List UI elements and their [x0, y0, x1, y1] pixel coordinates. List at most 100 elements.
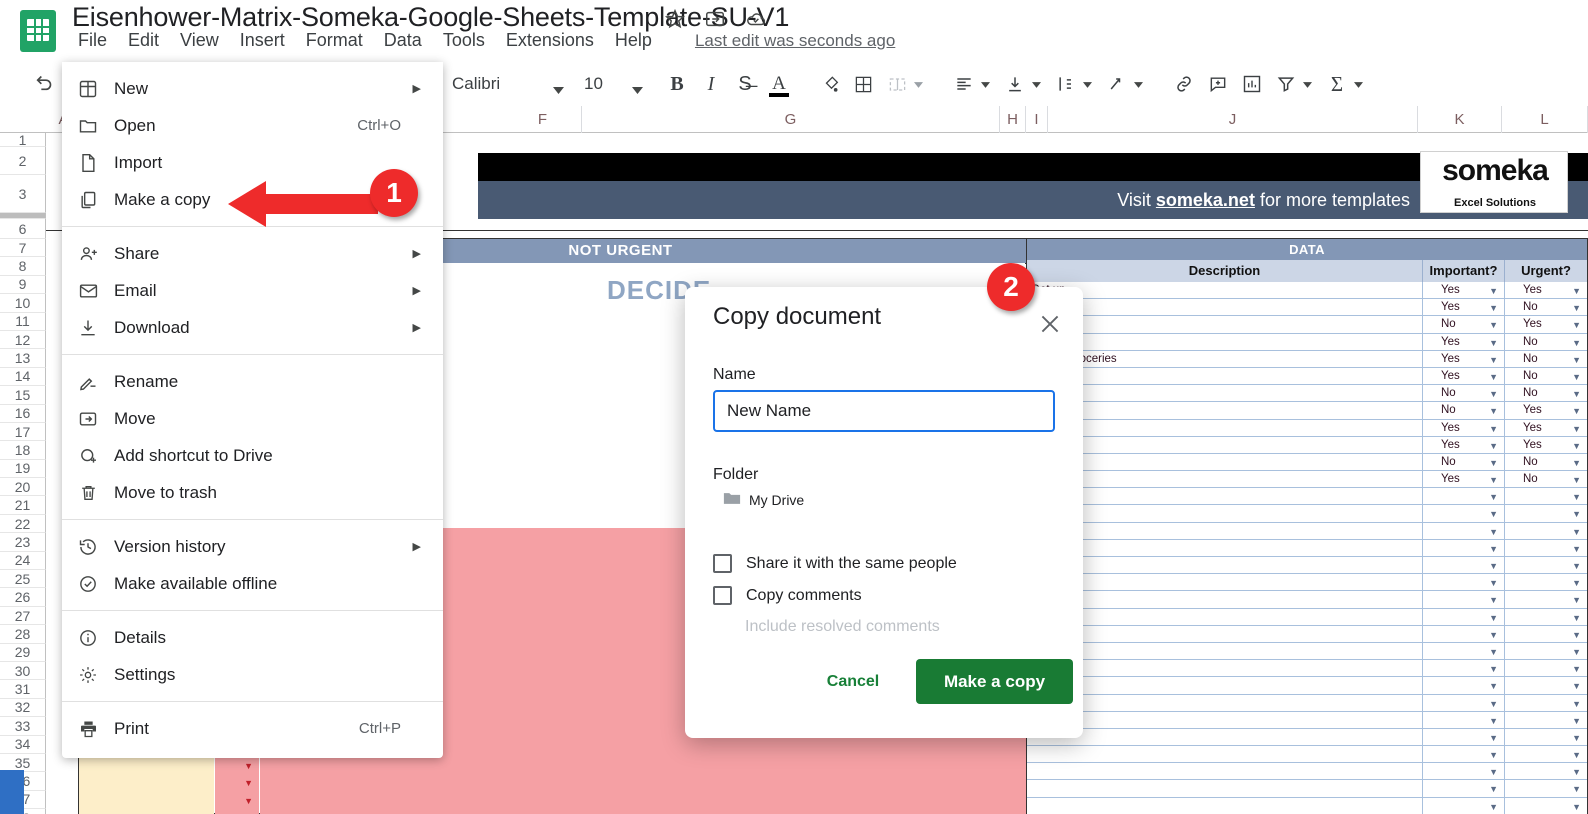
cell-description[interactable]: [1027, 625, 1423, 642]
cell-urgent[interactable]: ▼: [1505, 695, 1587, 711]
cell-description[interactable]: Get up: [1027, 282, 1423, 299]
chevron-down-icon[interactable]: ▼: [1572, 369, 1581, 386]
chevron-down-icon[interactable]: ▼: [244, 761, 253, 771]
column-header-G[interactable]: G: [582, 106, 1000, 133]
chevron-down-icon[interactable]: ▼: [1572, 799, 1581, 814]
menu-data[interactable]: Data: [384, 30, 422, 51]
cell-important[interactable]: ▼: [1423, 763, 1505, 780]
table-row[interactable]: ▼ ▼: [1027, 608, 1587, 626]
chevron-down-icon[interactable]: ▼: [1489, 352, 1498, 369]
chevron-down-icon[interactable]: ▼: [1572, 713, 1581, 730]
cell-important[interactable]: ▼: [1423, 591, 1505, 608]
cell-description[interactable]: [1027, 608, 1423, 625]
table-row[interactable]: Yes ▼ No ▼: [1027, 471, 1587, 489]
chevron-down-icon[interactable]: ▼: [1572, 524, 1581, 541]
share-same-people-checkbox[interactable]: Share it with the same people: [713, 554, 957, 573]
chevron-down-icon[interactable]: ▼: [1489, 678, 1498, 695]
cell-important[interactable]: No ▼: [1423, 316, 1505, 333]
cloud-saved-icon[interactable]: [744, 8, 768, 30]
file-menu-item-move[interactable]: Move: [62, 400, 443, 437]
chevron-down-icon[interactable]: ▼: [1489, 489, 1498, 506]
cell-description[interactable]: [1027, 574, 1423, 591]
cell-description[interactable]: [1027, 505, 1423, 522]
chevron-down-icon[interactable]: ▼: [1489, 506, 1498, 523]
font-size-selector[interactable]: 10: [584, 74, 603, 94]
row-header-12[interactable]: 12: [0, 330, 46, 350]
row-header-11[interactable]: 11: [0, 312, 46, 331]
cell-important[interactable]: ▼: [1423, 642, 1505, 660]
table-row[interactable]: get the groceries Yes ▼ No ▼: [1027, 350, 1587, 369]
chevron-down-icon[interactable]: ▼: [1489, 386, 1498, 403]
copy-name-input[interactable]: [713, 390, 1055, 432]
file-menu-item-details[interactable]: Details: [62, 619, 443, 656]
cell-important[interactable]: ▼: [1423, 608, 1505, 625]
column-header-H[interactable]: H: [1000, 106, 1026, 133]
horizontal-align-icon[interactable]: [947, 62, 981, 106]
chevron-down-icon[interactable]: ▼: [1572, 403, 1581, 420]
cell-description[interactable]: [1027, 367, 1423, 385]
row-header-3[interactable]: 3: [0, 175, 46, 213]
cell-important[interactable]: No ▼: [1423, 453, 1505, 471]
menu-view[interactable]: View: [180, 30, 219, 51]
cell-important[interactable]: Yes ▼: [1423, 333, 1505, 350]
chevron-down-icon[interactable]: ▼: [1489, 472, 1498, 489]
cell-description[interactable]: [1027, 660, 1423, 677]
file-menu-dropdown[interactable]: New ▶ Open Ctrl+O Import Make a copy Share ▶ Ema…: [62, 62, 443, 758]
menu-help[interactable]: Help: [615, 30, 652, 51]
strikethrough-icon[interactable]: S̶: [728, 62, 762, 106]
cell-important[interactable]: ▼: [1423, 539, 1505, 556]
chevron-down-icon[interactable]: ▼: [1489, 438, 1498, 455]
table-row[interactable]: ▼ ▼: [1027, 488, 1587, 506]
cell-important[interactable]: ▼: [1423, 574, 1505, 591]
table-row[interactable]: ▼ ▼: [1027, 711, 1587, 730]
cell-urgent[interactable]: ▼: [1505, 540, 1587, 556]
menu-extensions[interactable]: Extensions: [506, 30, 594, 51]
cell-important[interactable]: Yes ▼: [1423, 367, 1505, 385]
chevron-down-icon[interactable]: [1032, 75, 1049, 93]
row-header-30[interactable]: 30: [0, 661, 46, 681]
table-row[interactable]: ▼ ▼: [1027, 763, 1587, 781]
chevron-down-icon[interactable]: ▼: [1572, 730, 1581, 747]
insert-comment-icon[interactable]: [1201, 62, 1235, 106]
chevron-down-icon[interactable]: ▼: [1572, 747, 1581, 764]
row-header-16[interactable]: 16: [0, 404, 46, 423]
chevron-down-icon[interactable]: ▼: [244, 778, 253, 788]
make-a-copy-button[interactable]: Make a copy: [916, 659, 1073, 704]
file-menu-item-make-available-offline[interactable]: Make available offline: [62, 565, 443, 602]
table-row[interactable]: sons Yes ▼ Yes ▼: [1027, 419, 1587, 438]
chevron-down-icon[interactable]: ▼: [1572, 592, 1581, 609]
cell-description[interactable]: ar: [1027, 385, 1423, 402]
file-menu-item-move-to-trash[interactable]: Move to trash: [62, 474, 443, 511]
menu-format[interactable]: Format: [306, 30, 363, 51]
menu-edit[interactable]: Edit: [128, 30, 159, 51]
chevron-down-icon[interactable]: ▼: [1572, 421, 1581, 438]
row-header-8[interactable]: 8: [0, 257, 46, 276]
table-row[interactable]: ▼ ▼: [1027, 660, 1587, 678]
chevron-down-icon[interactable]: ▼: [1572, 438, 1581, 455]
row-header-7[interactable]: 7: [0, 239, 46, 258]
column-header-K[interactable]: K: [1418, 106, 1502, 133]
move-to-folder-icon[interactable]: [704, 8, 726, 30]
cell-description[interactable]: room: [1027, 453, 1423, 471]
row-header-18[interactable]: 18: [0, 441, 46, 460]
cell-urgent[interactable]: No ▼: [1505, 334, 1587, 350]
chevron-down-icon[interactable]: ▼: [1489, 283, 1498, 300]
file-menu-item-rename[interactable]: Rename: [62, 363, 443, 400]
row-header-20[interactable]: 20: [0, 478, 46, 497]
cell-urgent[interactable]: ▼: [1505, 677, 1587, 693]
cell-important[interactable]: Yes ▼: [1423, 350, 1505, 369]
chevron-down-icon[interactable]: ▼: [1572, 627, 1581, 644]
table-row[interactable]: room No ▼ No ▼: [1027, 453, 1587, 472]
chevron-down-icon[interactable]: ▼: [1572, 678, 1581, 695]
chevron-down-icon[interactable]: ▼: [1572, 696, 1581, 713]
cell-urgent[interactable]: ▼: [1505, 626, 1587, 642]
cell-urgent[interactable]: No ▼: [1505, 454, 1587, 470]
cell-description[interactable]: [1027, 642, 1423, 660]
cell-important[interactable]: ▼: [1423, 557, 1505, 574]
cell-urgent[interactable]: No ▼: [1505, 385, 1587, 401]
cell-urgent[interactable]: ▼: [1505, 780, 1587, 796]
row-header-2[interactable]: 2: [0, 147, 46, 175]
table-row[interactable]: ▼ ▼: [1027, 574, 1587, 592]
cell-description[interactable]: get the groceries: [1027, 350, 1423, 367]
table-row[interactable]: ▼ ▼: [1027, 539, 1587, 557]
